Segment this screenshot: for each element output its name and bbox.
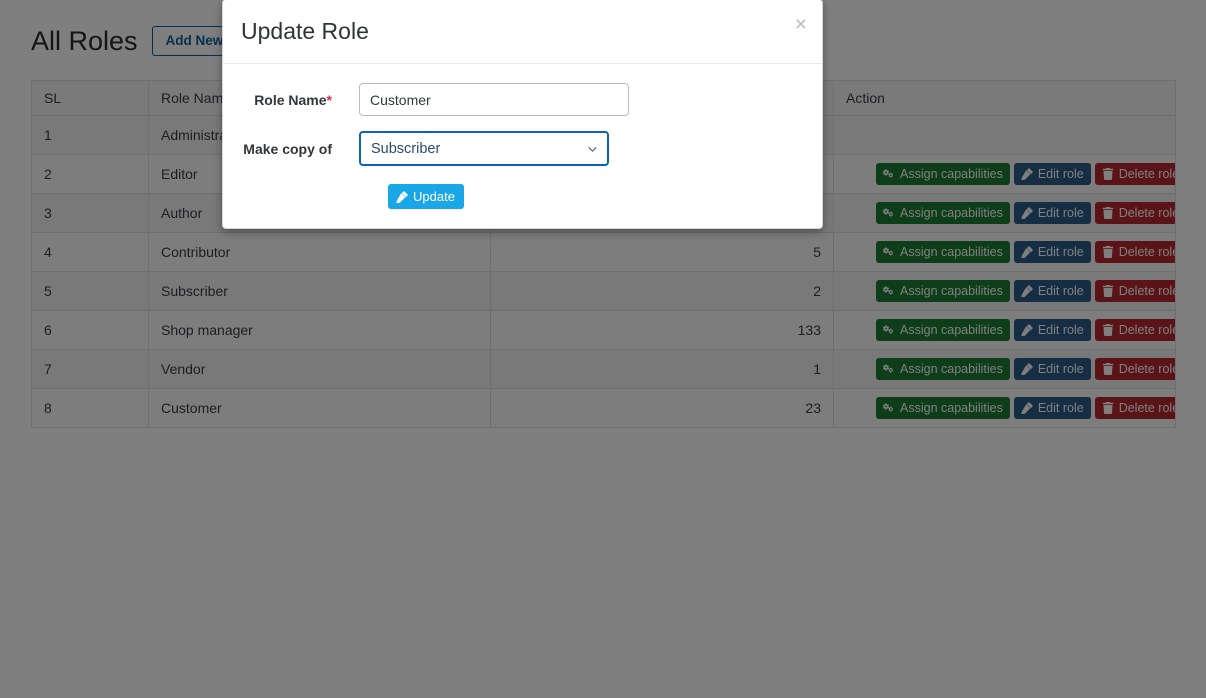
make-copy-of-select-wrapper: AdministratorEditorAuthorContributorSubs…: [359, 131, 609, 166]
update-role-modal: Update Role × Role Name* Make copy of Ad…: [222, 0, 823, 229]
required-marker: *: [326, 91, 332, 108]
modal-actions: Update: [223, 184, 822, 209]
form-row-make-copy-of: Make copy of AdministratorEditorAuthorCo…: [223, 131, 822, 166]
make-copy-of-label: Make copy of: [243, 140, 332, 157]
modal-header: Update Role ×: [223, 0, 822, 64]
close-icon[interactable]: ×: [795, 14, 807, 35]
role-name-label: Role Name*: [223, 93, 359, 107]
update-button[interactable]: Update: [388, 184, 464, 209]
modal-title: Update Role: [241, 18, 369, 44]
modal-body: Role Name* Make copy of AdministratorEdi…: [223, 64, 822, 209]
role-name-label-text: Role Name: [254, 91, 327, 108]
role-name-input[interactable]: [359, 83, 629, 116]
update-button-label: Update: [413, 189, 455, 204]
pencil-icon: [396, 190, 408, 203]
make-copy-of-select[interactable]: AdministratorEditorAuthorContributorSubs…: [359, 131, 609, 166]
form-row-role-name: Role Name*: [223, 83, 822, 116]
